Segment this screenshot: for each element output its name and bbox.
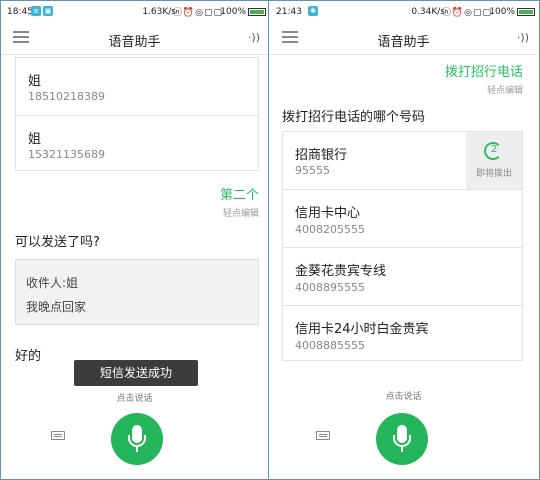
- number-list: 招商银行 95555 2 即将拨出 信用卡中心 4008205555 金葵花贵宾…: [282, 131, 523, 361]
- assistant-question: 拨打招行电话的哪个号码: [282, 110, 426, 125]
- status-icons: ⓝ⏰◎▢▢: [441, 8, 492, 18]
- number-name: 金葵花贵宾专线: [295, 264, 387, 279]
- notification-icon: ▣: [43, 6, 53, 16]
- assistant-question: 可以发送了吗?: [15, 235, 100, 250]
- number-name: 信用卡中心: [295, 206, 361, 221]
- notification-icon: ✱: [308, 6, 318, 16]
- contact-number: 18510218389: [28, 90, 105, 103]
- speak-hint: 点击说话: [116, 394, 153, 404]
- notification-icons: ≡ ▣: [31, 6, 53, 16]
- number-name: 信用卡24小时白金贵宾: [295, 322, 429, 337]
- status-bar: 21:43 ✱ 0.34K/s ⓝ⏰◎▢▢ 100%: [270, 1, 537, 23]
- page-title: 语音助手: [108, 35, 161, 50]
- user-utterance[interactable]: 第二个: [220, 184, 259, 203]
- edit-hint[interactable]: 轻点编辑: [223, 206, 259, 219]
- speak-hint: 点击说话: [385, 392, 422, 402]
- user-utterance[interactable]: 拨打招行电话: [445, 61, 523, 80]
- sms-body: 我晚点回家: [26, 300, 87, 314]
- notification-icon: ≡: [31, 6, 41, 16]
- sms-preview: 收件人:姐 我晚点回家: [15, 259, 259, 325]
- contact-item[interactable]: 姐 18510218389: [16, 58, 258, 115]
- panel-divider: [268, 0, 269, 480]
- page-title: 语音助手: [377, 35, 430, 50]
- phone-number: 95555: [295, 164, 330, 177]
- right-screen: 21:43 ✱ 0.34K/s ⓝ⏰◎▢▢ 100% 语音助手 ·)) 拨打招行…: [270, 1, 537, 478]
- dial-countdown[interactable]: 2 即将拨出: [466, 132, 522, 189]
- status-time: 21:43: [276, 7, 302, 17]
- countdown-value: 2: [490, 144, 498, 155]
- contact-name: 姐: [28, 74, 42, 89]
- contact-list: 姐 18510218389 姐 15321135689: [15, 57, 259, 171]
- notification-icons: ✱: [308, 6, 318, 16]
- mic-button[interactable]: [111, 413, 163, 465]
- network-speed: 0.34K/s: [411, 7, 445, 17]
- toast-message: 短信发送成功: [74, 360, 198, 386]
- edit-hint[interactable]: 轻点编辑: [487, 83, 523, 96]
- status-bar: 18:45 ≡ ▣ 1.63K/s ⓝ⏰◎▢▢ 100%: [1, 1, 268, 23]
- sms-recipient: 收件人:姐: [26, 276, 79, 290]
- number-item[interactable]: 信用卡中心 4008205555: [283, 189, 522, 247]
- number-item[interactable]: 金葵花贵宾专线 4008895555: [283, 247, 522, 305]
- number-item[interactable]: 招商银行 95555 2 即将拨出: [283, 132, 522, 189]
- battery-icon: [517, 8, 535, 16]
- assistant-reply: 好的: [15, 349, 42, 364]
- left-screen: 18:45 ≡ ▣ 1.63K/s ⓝ⏰◎▢▢ 100% 语音助手 ·)) 姐 …: [1, 1, 268, 478]
- contact-item[interactable]: 姐 15321135689: [16, 115, 258, 172]
- keyboard-icon[interactable]: [51, 431, 65, 440]
- app-bar: 语音助手 ·)): [270, 23, 537, 55]
- battery-percent: 100%: [489, 7, 515, 17]
- sound-icon[interactable]: ·)): [517, 31, 529, 44]
- app-bar: 语音助手 ·)): [1, 23, 268, 55]
- sound-icon[interactable]: ·)): [248, 31, 260, 44]
- number-item[interactable]: 信用卡24小时白金贵宾 4008885555: [283, 305, 522, 362]
- battery-percent: 100%: [220, 7, 246, 17]
- number-name: 招商银行: [295, 148, 348, 163]
- keyboard-icon[interactable]: [316, 431, 330, 440]
- phone-number: 4008895555: [295, 281, 365, 294]
- phone-number: 4008205555: [295, 223, 365, 236]
- status-time: 18:45: [7, 7, 33, 17]
- phone-number: 4008885555: [295, 339, 365, 352]
- network-speed: 1.63K/s: [142, 7, 176, 17]
- contact-number: 15321135689: [28, 148, 105, 161]
- status-icons: ⓝ⏰◎▢▢: [172, 8, 223, 18]
- contact-name: 姐: [28, 132, 42, 147]
- battery-icon: [248, 8, 266, 16]
- countdown-label: 即将拨出: [475, 169, 512, 179]
- mic-button[interactable]: [376, 413, 428, 465]
